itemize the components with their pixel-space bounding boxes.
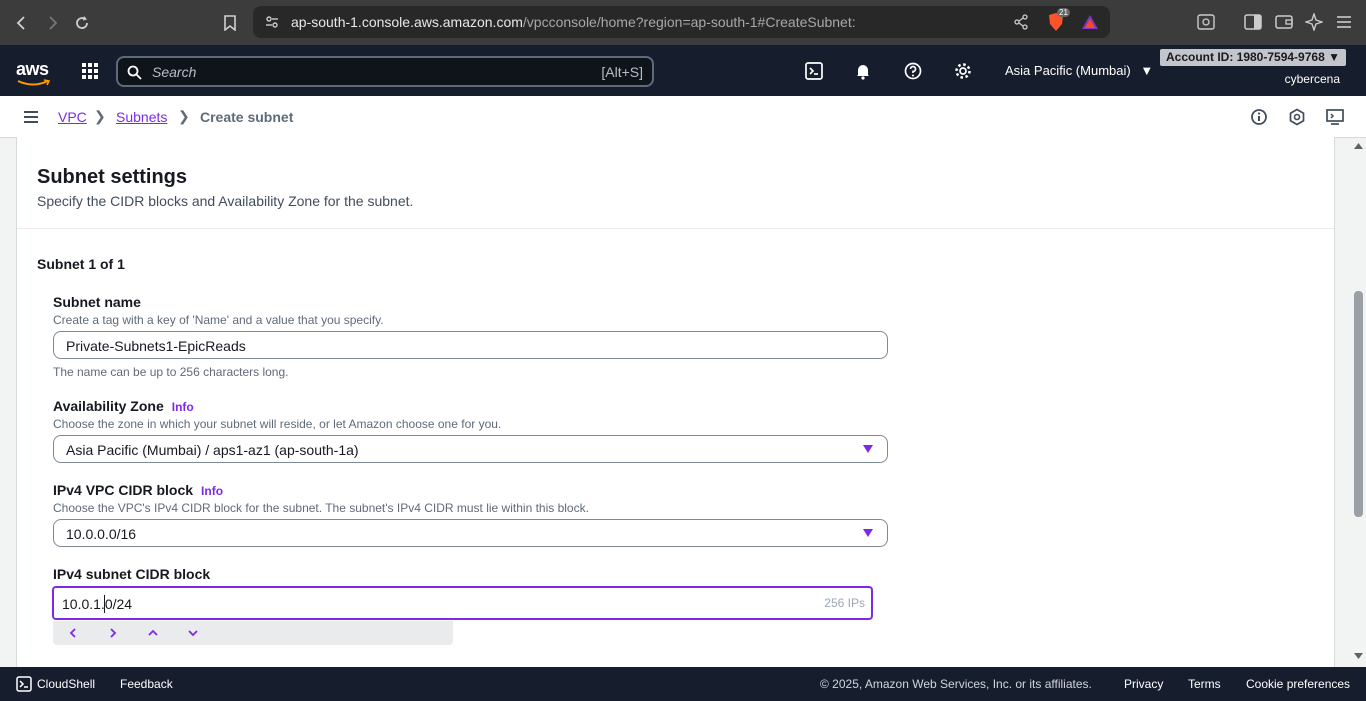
help-icon[interactable] bbox=[902, 60, 924, 82]
brave-rewards-icon[interactable] bbox=[1079, 11, 1101, 33]
account-id-badge[interactable]: Account ID: 1980-7594-9768 ▼ bbox=[1160, 49, 1346, 66]
forward-icon[interactable] bbox=[40, 11, 64, 35]
console-toolbar-icon[interactable] bbox=[1324, 106, 1346, 128]
breadcrumb-bar: VPC ❯ Subnets ❯ Create subnet bbox=[0, 96, 1366, 138]
brave-shield-icon[interactable]: 21 bbox=[1045, 8, 1070, 33]
page-scrollbar[interactable] bbox=[1351, 139, 1366, 666]
share-icon[interactable] bbox=[1010, 11, 1032, 33]
url-text: ap-south-1.console.aws.amazon.com/vpccon… bbox=[291, 14, 856, 30]
reload-icon[interactable] bbox=[70, 11, 94, 35]
section-divider bbox=[17, 228, 1334, 229]
address-bar[interactable]: ap-south-1.console.aws.amazon.com/vpccon… bbox=[253, 6, 1110, 38]
scrollbar-thumb[interactable] bbox=[1354, 291, 1363, 517]
vpc-cidr-value: 10.0.0.0/16 bbox=[66, 526, 137, 542]
vpc-cidr-description: Choose the VPC's IPv4 CIDR block for the… bbox=[53, 501, 589, 515]
cloudshell-link[interactable]: CloudShell bbox=[37, 677, 95, 691]
console-footer: CloudShell Feedback © 2025, Amazon Web S… bbox=[0, 667, 1366, 701]
az-description: Choose the zone in which your subnet wil… bbox=[53, 417, 502, 431]
search-shortcut: [Alt+S] bbox=[601, 64, 643, 80]
az-info-link[interactable]: Info bbox=[172, 400, 194, 414]
breadcrumb-current: Create subnet bbox=[200, 109, 294, 125]
subnet-name-input[interactable]: Private-Subnets1-EpicReads bbox=[53, 331, 888, 359]
aws-logo[interactable]: aws bbox=[16, 59, 50, 86]
subnet-name-description: Create a tag with a key of 'Name' and a … bbox=[53, 313, 384, 327]
text-cursor bbox=[104, 595, 105, 613]
copyright-text: © 2025, Amazon Web Services, Inc. or its… bbox=[820, 677, 1092, 691]
az-label: Availability Zone Info bbox=[53, 398, 194, 414]
chevron-down-icon[interactable] bbox=[185, 625, 201, 641]
cookie-preferences-link[interactable]: Cookie preferences bbox=[1246, 677, 1350, 691]
az-label-text: Availability Zone bbox=[53, 398, 164, 414]
scroll-up-icon[interactable] bbox=[1354, 143, 1363, 149]
username[interactable]: cybercena bbox=[1285, 72, 1340, 86]
scroll-down-icon[interactable] bbox=[1354, 653, 1363, 659]
chevron-right-icon: ❯ bbox=[178, 108, 190, 124]
az-value: Asia Pacific (Mumbai) / aps1-az1 (ap-sou… bbox=[66, 442, 359, 458]
search-placeholder: Search bbox=[152, 64, 197, 80]
chevron-left-icon[interactable] bbox=[65, 625, 81, 641]
subnet-cidr-label: IPv4 subnet CIDR block bbox=[53, 566, 211, 582]
brave-badge: 21 bbox=[1057, 8, 1070, 17]
subnet-cidr-input[interactable]: 10.0.1.0/24 256 IPs bbox=[52, 586, 873, 620]
reader-mode-icon[interactable] bbox=[1195, 11, 1217, 33]
feedback-link[interactable]: Feedback bbox=[120, 677, 173, 691]
chevron-right-icon: ❯ bbox=[94, 108, 106, 124]
section-title: Subnet settings bbox=[37, 166, 188, 188]
caret-down-icon bbox=[863, 529, 873, 537]
az-select[interactable]: Asia Pacific (Mumbai) / aps1-az1 (ap-sou… bbox=[53, 435, 888, 463]
search-input[interactable]: Search [Alt+S] bbox=[116, 56, 654, 87]
caret-down-icon: ▼ bbox=[1328, 50, 1340, 64]
breadcrumb-vpc[interactable]: VPC bbox=[58, 109, 87, 125]
settings-gear-icon[interactable] bbox=[952, 60, 974, 82]
subnet-cidr-ip-count: 256 IPs bbox=[824, 596, 865, 610]
subnet-cidr-value: 10.0.1.0/24 bbox=[62, 596, 133, 612]
cidr-stepper bbox=[53, 621, 453, 645]
url-host: ap-south-1.console.aws.amazon.com bbox=[291, 14, 523, 30]
aws-logo-text: aws bbox=[16, 59, 49, 79]
vpc-cidr-label-text: IPv4 VPC CIDR block bbox=[53, 482, 194, 498]
breadcrumb-subnets[interactable]: Subnets bbox=[116, 109, 167, 125]
aws-top-nav: aws Search [Alt+S] Asia Pacific (Mumbai)… bbox=[0, 45, 1366, 96]
services-grid-icon[interactable] bbox=[79, 60, 101, 82]
wallet-icon[interactable] bbox=[1273, 11, 1295, 33]
region-label: Asia Pacific (Mumbai) bbox=[1005, 63, 1131, 78]
hamburger-menu-icon[interactable] bbox=[20, 106, 42, 128]
cloudshell-icon bbox=[16, 676, 32, 692]
vpc-cidr-info-link[interactable]: Info bbox=[201, 484, 223, 498]
vpc-cidr-select[interactable]: 10.0.0.0/16 bbox=[53, 519, 888, 547]
back-icon[interactable] bbox=[10, 11, 34, 35]
amazon-q-icon[interactable] bbox=[1286, 106, 1308, 128]
browser-toolbar: ap-south-1.console.aws.amazon.com/vpccon… bbox=[0, 0, 1366, 45]
subnet-name-constraint: The name can be up to 256 characters lon… bbox=[53, 365, 289, 379]
notifications-bell-icon[interactable] bbox=[852, 60, 874, 82]
bookmark-icon[interactable] bbox=[218, 11, 242, 35]
chevron-up-icon[interactable] bbox=[145, 625, 161, 641]
subnet-count-heading: Subnet 1 of 1 bbox=[37, 256, 125, 272]
vpc-cidr-label: IPv4 VPC CIDR block Info bbox=[53, 482, 223, 498]
caret-down-icon bbox=[863, 445, 873, 453]
chevron-right-icon[interactable] bbox=[105, 625, 121, 641]
subnet-name-value: Private-Subnets1-EpicReads bbox=[66, 338, 246, 354]
sidebar-icon[interactable] bbox=[1242, 11, 1264, 33]
account-id-label: Account ID: 1980-7594-9768 bbox=[1166, 50, 1325, 64]
section-description: Specify the CIDR blocks and Availability… bbox=[37, 193, 414, 209]
site-settings-icon[interactable] bbox=[261, 11, 283, 33]
url-path: /vpcconsole/home?region=ap-south-1#Creat… bbox=[522, 14, 856, 30]
region-selector[interactable]: Asia Pacific (Mumbai) ▼ bbox=[1005, 63, 1153, 78]
privacy-link[interactable]: Privacy bbox=[1124, 677, 1163, 691]
caret-down-icon: ▼ bbox=[1140, 63, 1154, 78]
subnet-name-label: Subnet name bbox=[53, 294, 141, 310]
leo-ai-icon[interactable] bbox=[1303, 11, 1325, 33]
search-icon bbox=[127, 65, 142, 80]
menu-icon[interactable] bbox=[1333, 11, 1355, 33]
info-panel-icon[interactable] bbox=[1248, 106, 1270, 128]
terms-link[interactable]: Terms bbox=[1188, 677, 1221, 691]
cloudshell-icon[interactable] bbox=[803, 60, 825, 82]
